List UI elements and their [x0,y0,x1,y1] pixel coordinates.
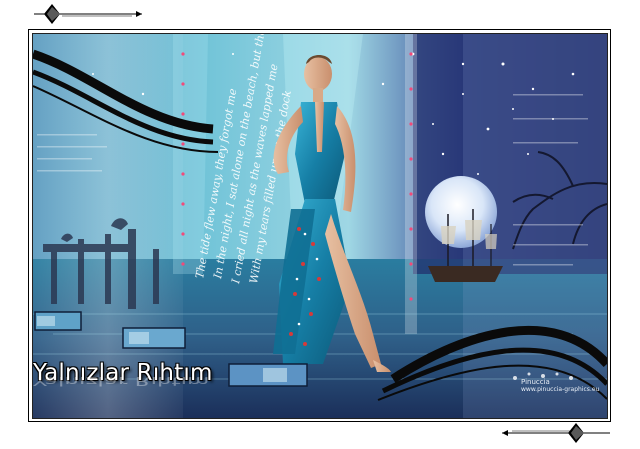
artist-site: www.pinuccia-graphics.eu [521,386,600,393]
bottom-ornament [502,423,610,443]
artwork-title-reflection: Yalnızlar Rıhtım [33,373,210,388]
top-ornament [34,4,142,24]
artist-name: Pinuccia [521,378,550,386]
artwork-panel: The tide flew away, they forgot me In th… [32,33,608,419]
artist-credit: Pinuccia www.pinuccia-graphics.eu [521,378,605,394]
